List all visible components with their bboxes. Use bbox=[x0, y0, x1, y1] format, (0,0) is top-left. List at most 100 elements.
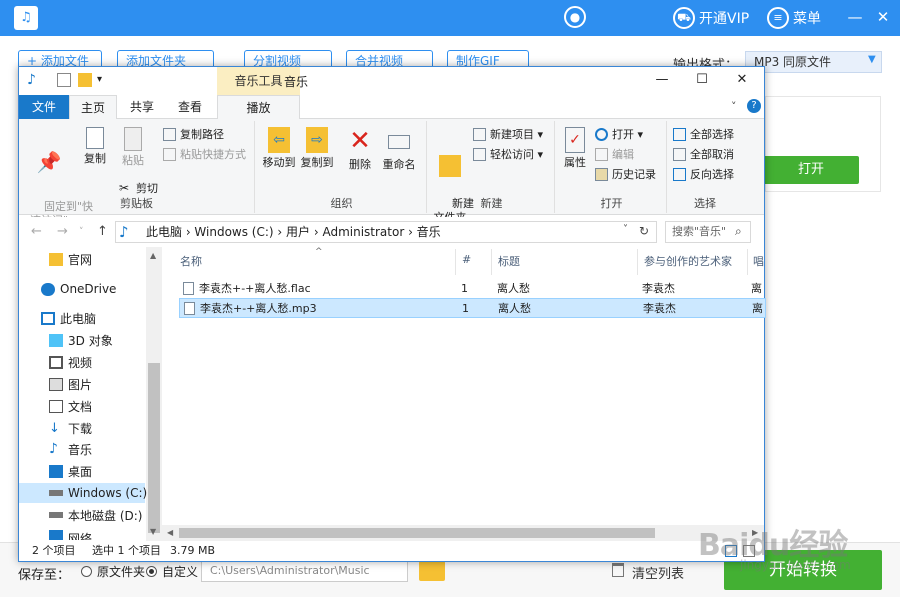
clear-list-button[interactable]: 清空列表 bbox=[632, 563, 684, 582]
chevron-down-icon[interactable]: ▼ bbox=[868, 54, 876, 65]
tab-home[interactable]: 主页 bbox=[69, 95, 117, 120]
nav-item-pictures[interactable]: 图片 bbox=[49, 374, 92, 394]
tab-file[interactable]: 文件 bbox=[19, 95, 69, 119]
selected-size: 3.79 MB bbox=[170, 544, 216, 557]
scroll-up-icon[interactable]: ▲ bbox=[150, 251, 156, 260]
column-header-name[interactable]: 名称 bbox=[180, 253, 202, 269]
history-button[interactable]: 历史记录 bbox=[595, 165, 656, 183]
radio-source-folder[interactable] bbox=[81, 566, 92, 577]
save-path-field[interactable]: C:\Users\Administrator\Music bbox=[201, 560, 408, 582]
delete-label: 删除 bbox=[349, 158, 371, 171]
up-arrow-icon[interactable]: ↑ bbox=[97, 224, 108, 239]
new-folder-quick-icon[interactable] bbox=[78, 73, 92, 87]
copy-path-button[interactable]: 复制路径 bbox=[163, 125, 224, 143]
back-arrow-icon[interactable]: ← bbox=[31, 224, 42, 239]
easy-access-button[interactable]: 轻松访问 ▾ bbox=[473, 145, 543, 163]
column-header-title[interactable]: 标题 bbox=[498, 253, 520, 269]
paste-button[interactable]: 粘贴 bbox=[115, 127, 151, 168]
save-to-label: 保存至： bbox=[18, 568, 71, 583]
new-item-button[interactable]: 新建项目 ▾ bbox=[473, 125, 543, 143]
open-button[interactable]: 打开 bbox=[763, 156, 859, 184]
recent-dropdown-icon[interactable]: ˅ bbox=[79, 227, 84, 237]
select-all-button[interactable]: 全部选择 bbox=[673, 125, 734, 143]
nav-label: 文档 bbox=[68, 399, 93, 414]
music-folder-icon: ♪ bbox=[119, 223, 129, 241]
nav-item-network[interactable]: 网络 bbox=[49, 530, 92, 540]
maximize-button[interactable]: ☐ bbox=[689, 72, 715, 87]
new-item-icon bbox=[473, 127, 486, 141]
copy-to-button[interactable]: ⇨ 复制到 bbox=[299, 127, 335, 170]
properties-label: 属性 bbox=[564, 156, 586, 169]
clipboard-group: 📌 固定到"快 速访问" 复制 粘贴 复制路径 粘贴快捷方式 ✂ 剪切 剪贴板 bbox=[19, 121, 255, 227]
drive-icon bbox=[49, 512, 63, 518]
tab-view[interactable]: 查看 bbox=[167, 95, 213, 119]
trash-icon[interactable] bbox=[612, 563, 624, 577]
scroll-left-icon[interactable]: ◀ bbox=[167, 528, 173, 537]
open-button-ribbon[interactable]: 打开 ▾ bbox=[595, 125, 643, 143]
vip-button[interactable]: ⛟ 开通VIP bbox=[673, 7, 749, 29]
nav-item-videos[interactable]: 视频 bbox=[49, 352, 92, 372]
paste-shortcut-icon bbox=[163, 147, 176, 161]
cloud-icon bbox=[41, 282, 55, 296]
address-dropdown-icon[interactable]: ˅ bbox=[623, 224, 628, 235]
edit-button[interactable]: 编辑 bbox=[595, 145, 634, 163]
file-row-selected[interactable]: 李袁杰+-+离人愁.mp3 1 离人愁 李袁杰 离 bbox=[179, 298, 766, 318]
nav-item-3d-objects[interactable]: 3D 对象 bbox=[49, 330, 113, 350]
nav-item-c-drive[interactable]: Windows (C:) bbox=[49, 483, 147, 503]
radio-source-folder-label: 原文件夹 bbox=[97, 565, 146, 579]
properties-check-icon[interactable] bbox=[57, 73, 71, 87]
app-close-button[interactable]: ✕ bbox=[873, 8, 893, 26]
refresh-icon[interactable]: ↻ bbox=[639, 224, 649, 238]
watermark-url: jingyan.baidu.com bbox=[740, 558, 851, 572]
help-icon[interactable]: ? bbox=[747, 99, 761, 113]
delete-button[interactable]: ✕ 删除 bbox=[345, 127, 375, 172]
column-header-artist[interactable]: 参与创作的艺术家 bbox=[644, 253, 732, 269]
rename-button[interactable]: 重命名 bbox=[379, 127, 419, 172]
nav-item-d-drive[interactable]: 本地磁盘 (D:) bbox=[49, 505, 142, 525]
move-to-button[interactable]: ⇦ 移动到 bbox=[261, 127, 297, 170]
close-button[interactable]: ✕ bbox=[729, 72, 755, 87]
column-divider[interactable] bbox=[455, 249, 456, 275]
paste-shortcut-button[interactable]: 粘贴快捷方式 bbox=[163, 145, 246, 163]
nav-item-documents[interactable]: 文档 bbox=[49, 396, 92, 416]
nav-item-desktop[interactable]: 桌面 bbox=[49, 461, 92, 481]
nav-item-music[interactable]: ♪ 音乐 bbox=[49, 439, 92, 459]
output-format-select[interactable]: MP3 同原文件 bbox=[745, 51, 882, 73]
clipboard-group-label: 剪贴板 bbox=[120, 197, 153, 210]
nav-item-guanwang[interactable]: 官网 bbox=[49, 249, 92, 269]
tab-playback[interactable]: 播放 bbox=[217, 95, 300, 120]
nav-item-downloads[interactable]: ↓ 下载 bbox=[49, 418, 92, 438]
history-label: 历史记录 bbox=[612, 168, 656, 181]
nav-scrollbar-thumb[interactable] bbox=[148, 363, 160, 533]
invert-selection-button[interactable]: 反向选择 bbox=[673, 165, 734, 183]
menu-button[interactable]: ≡ 菜单 bbox=[767, 7, 821, 29]
scroll-down-icon[interactable]: ▼ bbox=[150, 527, 156, 536]
copy-button[interactable]: 复制 bbox=[79, 127, 111, 166]
app-minimize-button[interactable]: — bbox=[845, 8, 865, 26]
properties-button[interactable]: ✓ 属性 bbox=[559, 127, 591, 170]
copy-to-label: 复制到 bbox=[300, 156, 334, 169]
user-icon[interactable]: ● bbox=[564, 6, 586, 28]
address-bar[interactable]: 此电脑 › Windows (C:) › 用户 › Administrator … bbox=[115, 221, 657, 243]
file-row[interactable]: 李袁杰+-+离人愁.flac 1 离人愁 李袁杰 离 bbox=[179, 279, 766, 299]
quick-access-dropdown-icon[interactable]: ▾ bbox=[97, 73, 111, 87]
column-divider[interactable] bbox=[747, 249, 748, 275]
browse-folder-icon[interactable] bbox=[419, 561, 445, 581]
collapse-ribbon-icon[interactable]: ˅ bbox=[731, 100, 737, 113]
minimize-button[interactable]: — bbox=[649, 72, 675, 87]
radio-custom[interactable] bbox=[146, 566, 157, 577]
column-divider[interactable] bbox=[491, 249, 492, 275]
forward-arrow-icon[interactable]: → bbox=[57, 224, 68, 239]
column-header-album[interactable]: 唱 bbox=[753, 253, 764, 269]
tab-share[interactable]: 共享 bbox=[119, 95, 165, 119]
select-none-button[interactable]: 全部取消 bbox=[673, 145, 734, 163]
nav-label: 本地磁盘 (D:) bbox=[68, 508, 143, 523]
music-icon: ♪ bbox=[49, 440, 58, 457]
nav-item-this-pc[interactable]: 此电脑 bbox=[41, 308, 96, 328]
nav-item-onedrive[interactable]: OneDrive bbox=[41, 279, 116, 299]
column-divider[interactable] bbox=[637, 249, 638, 275]
search-icon[interactable]: ⌕ bbox=[735, 224, 742, 239]
radio-custom-label: 自定义 bbox=[162, 565, 199, 579]
column-header-number[interactable]: # bbox=[462, 253, 471, 266]
file-list-scrollbar-thumb[interactable] bbox=[179, 528, 655, 538]
